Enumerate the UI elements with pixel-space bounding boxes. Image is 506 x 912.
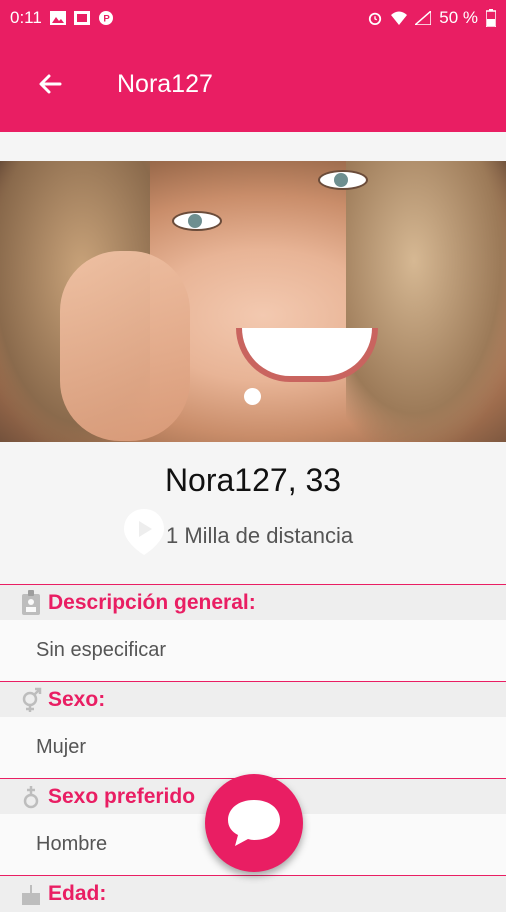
distance-label: 1 Milla de distancia (166, 523, 354, 548)
chat-button[interactable] (205, 774, 303, 872)
section-value-description: Sin especificar (0, 620, 506, 681)
id-badge-icon (22, 590, 40, 615)
section-header-age: Edad: (0, 875, 506, 912)
svg-text:P: P (103, 14, 110, 25)
gallery-icon (49, 11, 66, 25)
battery-percent: 50 % (439, 8, 478, 27)
section-label: Sexo preferido (48, 785, 196, 808)
status-bar: 0:11 P 50 % (0, 0, 506, 36)
signal-icon (415, 11, 432, 25)
section-label: Edad: (48, 882, 107, 905)
photo-region (172, 211, 222, 231)
carousel-indicator[interactable] (244, 388, 261, 405)
section-header-description: Descripción general: (0, 584, 506, 621)
section-label: Descripción general: (48, 591, 256, 614)
gender-icon (22, 687, 42, 712)
alarm-icon (369, 12, 382, 25)
chat-bubble-icon (228, 800, 280, 846)
section-value-text: Sin especificar (36, 639, 167, 661)
status-time: 0:11 (10, 8, 42, 27)
preferred-gender-icon (23, 786, 39, 809)
p-icon: P (98, 11, 113, 25)
app-bar: Nora127 (0, 36, 506, 132)
battery-icon (486, 9, 496, 27)
cake-icon (22, 885, 40, 905)
arrow-left-icon[interactable] (34, 68, 66, 100)
section-label: Sexo: (48, 688, 106, 711)
photo-region (60, 251, 190, 441)
section-header-gender: Sexo: (0, 681, 506, 718)
page-title: Nora127 (117, 70, 213, 98)
location-pin-icon (124, 509, 164, 555)
photo-region (346, 161, 506, 441)
section-value-gender: Mujer (0, 717, 506, 778)
section-value-text: Hombre (36, 833, 108, 855)
photo-region (318, 170, 368, 190)
profile-photo[interactable] (0, 161, 506, 442)
section-value-text: Mujer (36, 736, 87, 758)
wifi-icon (391, 11, 408, 25)
image-icon (73, 11, 90, 25)
profile-name-age: Nora127, 33 (164, 462, 342, 498)
